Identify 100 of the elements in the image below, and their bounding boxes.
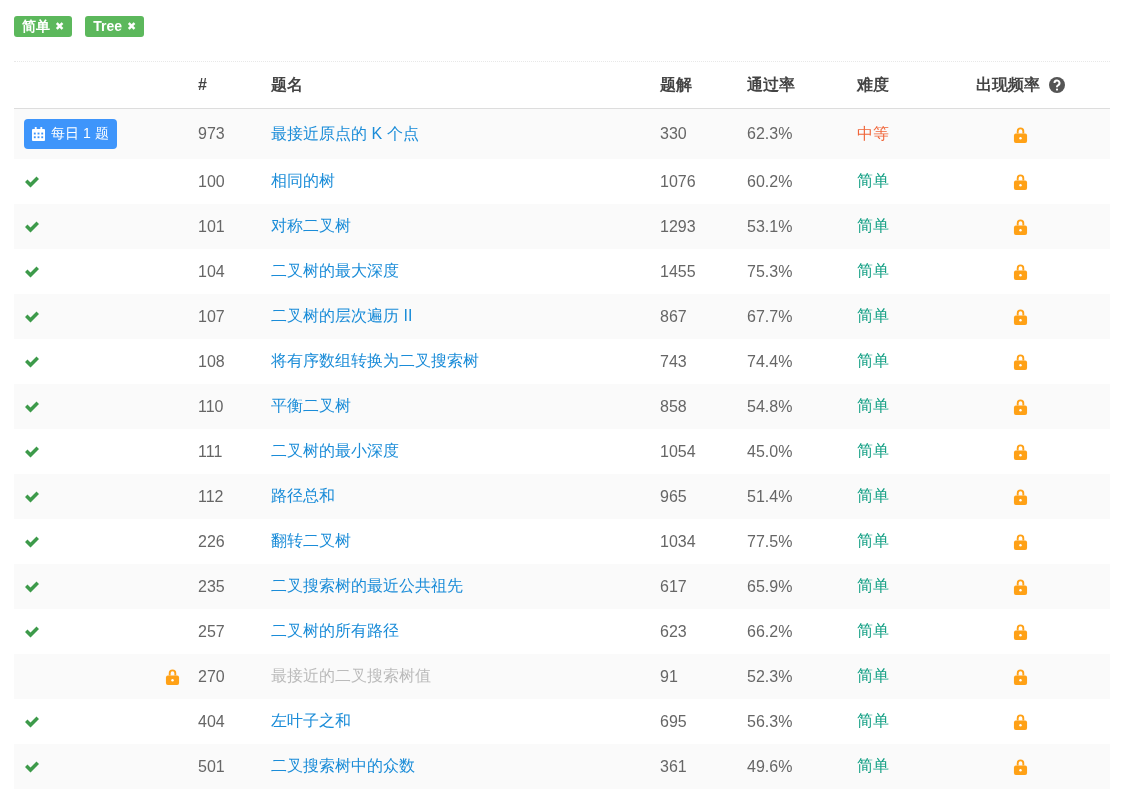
problem-title-link[interactable]: 二叉搜索树中的众数	[271, 757, 415, 774]
acceptance-rate: 67.7%	[746, 307, 794, 326]
filter-label: 简单	[22, 18, 50, 35]
lock-icon	[1012, 173, 1028, 190]
problem-number: 111	[197, 442, 224, 461]
lock-icon	[1012, 668, 1028, 685]
solution-count: 1034	[659, 532, 697, 551]
problem-title-link[interactable]: 平衡二叉树	[271, 397, 351, 414]
solution-count: 743	[659, 352, 688, 371]
acceptance-rate: 66.2%	[746, 622, 794, 641]
difficulty-label: 简单	[857, 622, 889, 639]
column-header[interactable]: 出现频率	[975, 74, 1040, 96]
acceptance-rate: 56.3%	[746, 712, 794, 731]
lock-icon	[1012, 218, 1028, 235]
problem-number: 107	[197, 307, 226, 326]
lock-icon	[1012, 623, 1028, 640]
problem-number: 257	[197, 622, 226, 641]
problem-number: 270	[197, 667, 226, 686]
difficulty-label: 简单	[857, 217, 889, 234]
lock-icon	[1012, 443, 1028, 460]
solution-count: 330	[659, 125, 688, 143]
problem-title-link[interactable]: 翻转二叉树	[271, 532, 351, 549]
solution-count: 623	[659, 622, 688, 641]
acceptance-rate: 62.3%	[746, 125, 794, 143]
solution-count: 91	[659, 667, 679, 686]
problem-number: 110	[197, 397, 225, 416]
solution-count: 867	[659, 307, 688, 326]
problem-number: 100	[197, 172, 226, 191]
problem-title-link[interactable]: 二叉树的最大深度	[271, 262, 399, 279]
column-header[interactable]: #	[188, 76, 261, 94]
difficulty-label: 简单	[857, 352, 889, 369]
daily-question-badge[interactable]: 每日 1 题	[24, 119, 117, 149]
difficulty-label: 中等	[857, 124, 889, 142]
difficulty-label: 简单	[857, 307, 889, 324]
problem-title-link[interactable]: 二叉树的层次遍历 II	[271, 307, 413, 324]
solution-count: 361	[659, 757, 688, 776]
acceptance-rate: 75.3%	[746, 262, 794, 281]
problem-number: 226	[197, 532, 226, 551]
difficulty-label: 简单	[857, 532, 889, 549]
lock-icon	[1012, 398, 1028, 415]
column-header[interactable]: 题解	[650, 74, 737, 96]
acceptance-rate: 52.3%	[746, 667, 794, 686]
problem-title-link[interactable]: 将有序数组转换为二叉搜索树	[271, 352, 479, 369]
problem-title-link[interactable]: 相同的树	[271, 172, 335, 189]
problem-number: 404	[197, 712, 226, 731]
problem-title-link[interactable]: 左叶子之和	[271, 712, 351, 729]
remove-icon[interactable]: ✖	[127, 18, 137, 35]
solution-count: 858	[659, 397, 688, 416]
solution-count: 695	[659, 712, 688, 731]
problem-title-link[interactable]: 二叉搜索树的最近公共祖先	[271, 577, 463, 594]
column-header[interactable]: 通过率	[737, 74, 847, 96]
difficulty-label: 简单	[857, 667, 889, 684]
lock-icon	[1012, 308, 1028, 325]
difficulty-label: 简单	[857, 172, 889, 189]
difficulty-label: 简单	[857, 757, 889, 774]
acceptance-rate: 53.1%	[746, 217, 794, 236]
solution-count: 1293	[659, 217, 697, 236]
problem-title-link[interactable]: 最接近原点的 K 个点	[271, 124, 419, 142]
problem-number: 108	[197, 352, 226, 371]
acceptance-rate: 54.8%	[746, 397, 794, 416]
acceptance-rate: 51.4%	[746, 487, 794, 506]
difficulty-label: 简单	[857, 712, 889, 729]
difficulty-label: 简单	[857, 262, 889, 279]
lock-icon	[1012, 353, 1028, 370]
column-header[interactable]: 难度	[847, 74, 930, 96]
acceptance-rate: 45.0%	[746, 442, 794, 461]
help-icon[interactable]	[1048, 77, 1065, 93]
acceptance-rate: 60.2%	[746, 172, 794, 191]
remove-icon[interactable]: ✖	[55, 18, 65, 35]
acceptance-rate: 65.9%	[746, 577, 794, 596]
problem-number: 112	[197, 487, 225, 506]
filter-label: Tree	[93, 18, 123, 35]
lock-icon	[1012, 758, 1028, 775]
solution-count: 965	[659, 487, 688, 506]
lock-icon	[1012, 263, 1028, 280]
difficulty-label: 简单	[857, 397, 889, 414]
problem-number: 104	[197, 262, 226, 281]
problem-title-link[interactable]: 二叉树的最小深度	[271, 442, 399, 459]
problem-title-link[interactable]: 二叉树的所有路径	[271, 622, 399, 639]
difficulty-label: 简单	[857, 487, 889, 504]
solution-count: 1054	[659, 442, 697, 461]
problem-number: 501	[197, 757, 226, 776]
solution-count: 617	[659, 577, 688, 596]
problem-title-link[interactable]: 对称二叉树	[271, 217, 351, 234]
lock-icon	[1012, 533, 1028, 550]
lock-icon	[1012, 125, 1028, 143]
problem-title-link[interactable]: 最接近的二叉搜索树值	[271, 667, 431, 684]
acceptance-rate: 74.4%	[746, 352, 794, 371]
calendar-icon	[32, 127, 45, 141]
acceptance-rate: 49.6%	[746, 757, 794, 776]
solution-count: 1076	[659, 172, 697, 191]
solution-count: 1455	[659, 262, 697, 281]
problem-number: 973	[197, 125, 226, 143]
problem-number: 235	[197, 577, 226, 596]
problem-number: 101	[197, 217, 226, 236]
difficulty-label: 简单	[857, 442, 889, 459]
lock-icon	[1012, 488, 1028, 505]
column-header[interactable]: 题名	[261, 74, 650, 96]
acceptance-rate: 77.5%	[746, 532, 794, 551]
problem-title-link[interactable]: 路径总和	[271, 487, 335, 504]
